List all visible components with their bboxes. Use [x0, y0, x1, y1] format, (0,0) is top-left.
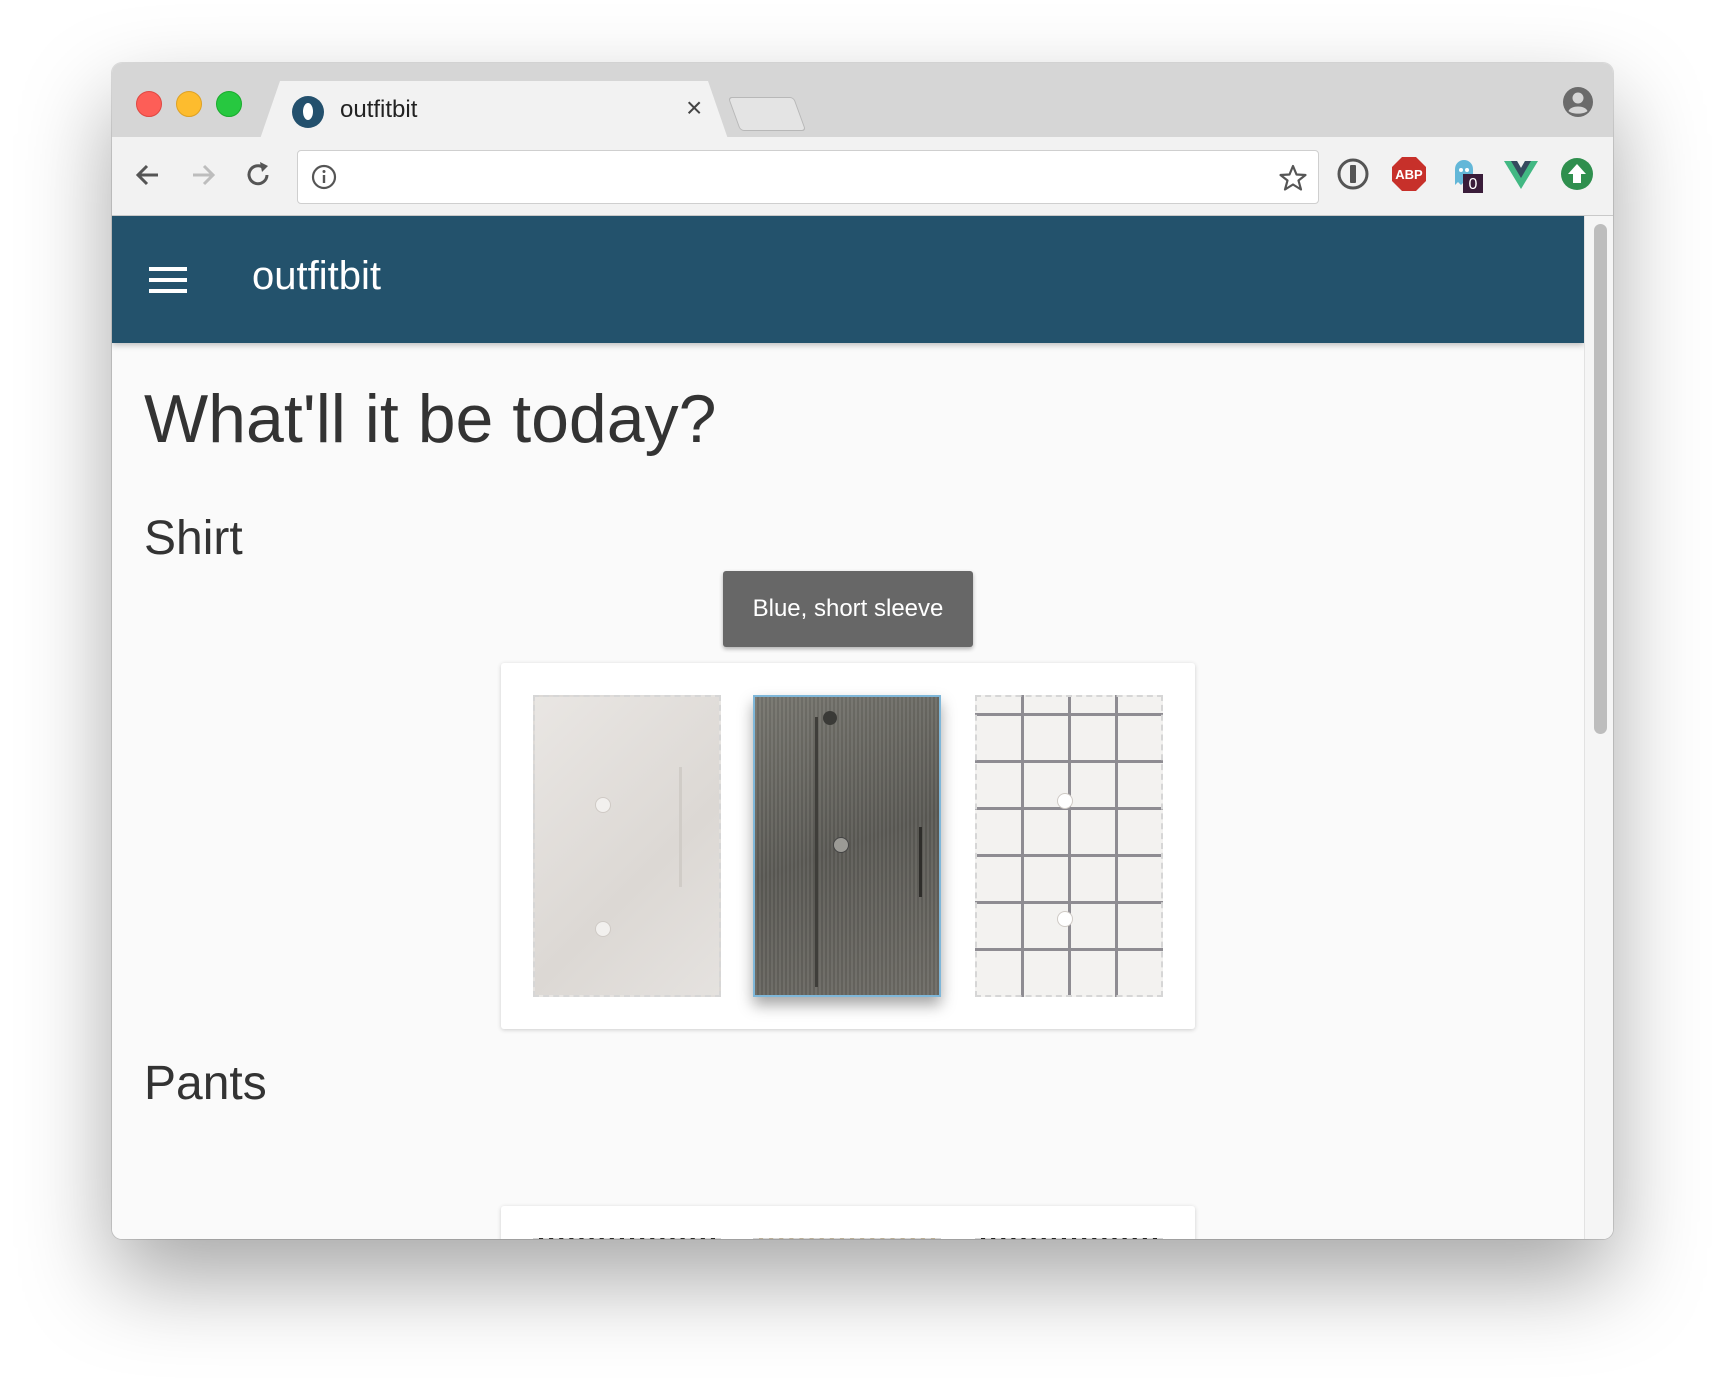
- menu-icon[interactable]: [149, 267, 187, 293]
- forward-icon[interactable]: [185, 157, 221, 193]
- adblock-label: ABP: [1395, 167, 1423, 182]
- adblock-plus-icon[interactable]: ABP: [1390, 155, 1428, 193]
- page-title: What'll it be today?: [144, 381, 717, 457]
- tab-strip: outfitbit ×: [112, 63, 1613, 139]
- vue-devtools-icon[interactable]: [1502, 155, 1540, 193]
- pants-option-1[interactable]: [533, 1238, 721, 1239]
- back-icon[interactable]: [130, 157, 166, 193]
- ghostery-icon[interactable]: 0: [1446, 155, 1484, 193]
- password-manager-icon[interactable]: [1334, 155, 1372, 193]
- pants-option-3[interactable]: [975, 1238, 1163, 1239]
- shirt-picker-card: [501, 663, 1195, 1029]
- section-title-pants: Pants: [144, 1057, 267, 1110]
- shirt-button: [1057, 793, 1073, 809]
- new-tab-button[interactable]: [727, 97, 807, 131]
- pants-option-2[interactable]: [753, 1238, 941, 1239]
- scrollbar-thumb[interactable]: [1594, 224, 1607, 734]
- site-info-icon[interactable]: [310, 163, 338, 191]
- shirt-option-check[interactable]: [975, 695, 1163, 997]
- browser-toolbar: ABP 0: [112, 137, 1613, 216]
- close-window-button[interactable]: [136, 91, 162, 117]
- favicon-icon: [292, 96, 324, 128]
- page-viewport: outfitbit What'll it be today? Shirt Blu…: [112, 216, 1613, 1239]
- maximize-window-button[interactable]: [216, 91, 242, 117]
- shirt-button: [833, 837, 849, 853]
- profile-icon[interactable]: [1562, 86, 1594, 118]
- shirt-option-white[interactable]: [533, 695, 721, 997]
- app-title: outfitbit: [252, 254, 381, 298]
- bookmark-star-icon[interactable]: [1278, 163, 1308, 193]
- browser-window: outfitbit × ABP 0 outfitbit What'll it b…: [112, 63, 1613, 1239]
- address-bar[interactable]: [297, 150, 1319, 204]
- shirt-button: [1057, 911, 1073, 927]
- ghostery-badge: 0: [1469, 176, 1478, 193]
- shirt-button: [823, 711, 837, 725]
- pants-picker-card: [501, 1206, 1195, 1239]
- shirt-pocket-seam: [919, 827, 922, 897]
- reload-icon[interactable]: [240, 157, 276, 193]
- tab-title: outfitbit: [340, 96, 418, 123]
- section-title-shirt: Shirt: [144, 512, 243, 565]
- app-bar: outfitbit: [112, 216, 1584, 343]
- shirt-button: [595, 797, 611, 813]
- shirt-placket: [815, 717, 818, 987]
- shirt-pocket-seam: [679, 767, 682, 887]
- item-tooltip: Blue, short sleeve: [723, 571, 973, 647]
- page-scrollbar[interactable]: [1584, 216, 1613, 1239]
- shirt-option-grey[interactable]: [753, 695, 941, 997]
- shirt-button: [595, 921, 611, 937]
- upload-extension-icon[interactable]: [1558, 155, 1596, 193]
- browser-tab[interactable]: outfitbit ×: [260, 81, 728, 139]
- close-tab-icon[interactable]: ×: [686, 93, 702, 123]
- minimize-window-button[interactable]: [176, 91, 202, 117]
